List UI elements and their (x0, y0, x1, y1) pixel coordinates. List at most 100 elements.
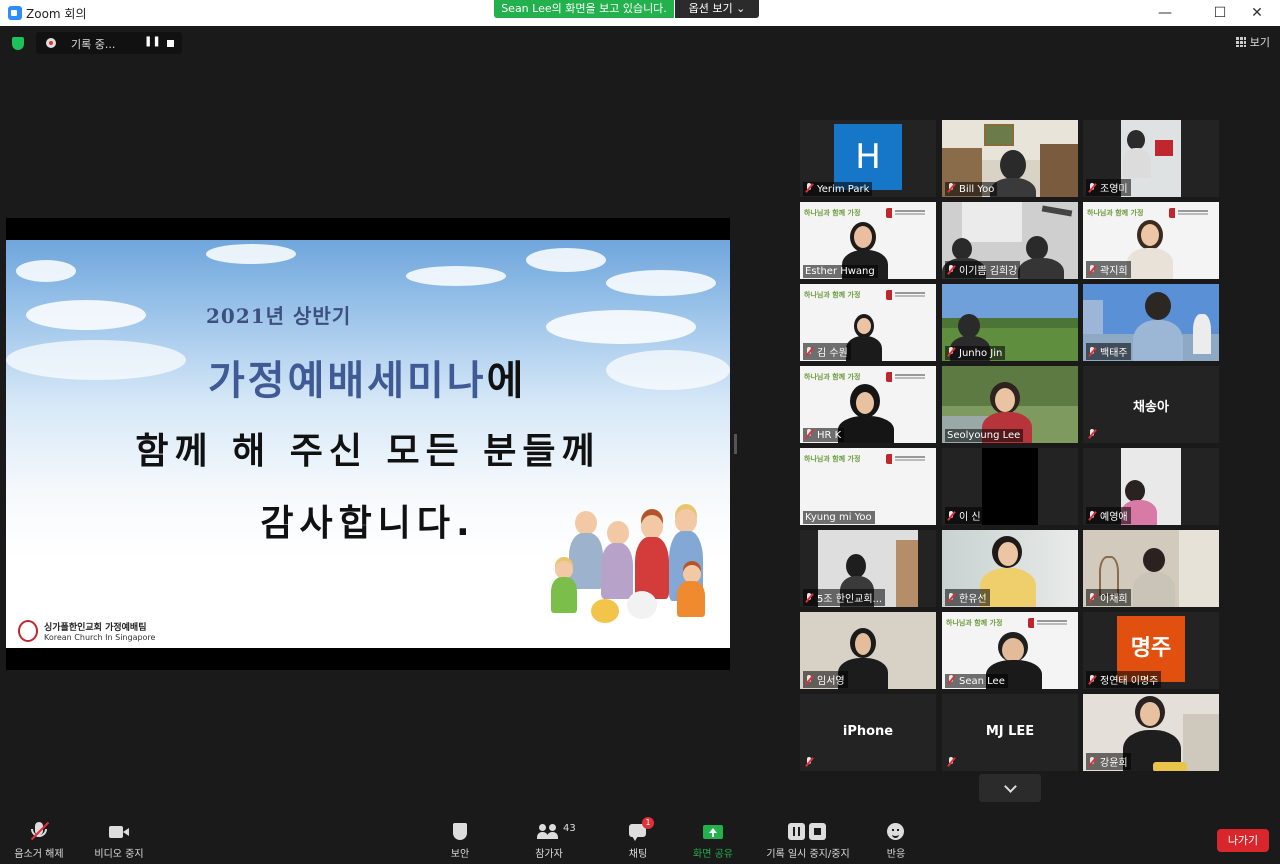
slide-title-suffix: 에 (486, 358, 527, 404)
participant-name: 강윤희 (1100, 758, 1128, 769)
cloud (26, 300, 146, 330)
participant-tile[interactable]: 이 신 (942, 448, 1078, 525)
cloud (6, 340, 186, 380)
shield-icon (448, 821, 472, 843)
participant-name: 김 수원 (817, 348, 848, 359)
pause-stop-icon (788, 821, 828, 843)
view-button[interactable]: 보기 (1235, 34, 1270, 50)
video-camera-icon (107, 821, 131, 843)
stop-video-button[interactable]: 비디오 중지 (88, 812, 150, 864)
cloud (406, 266, 506, 286)
participant-name: Kyung mi Yoo (805, 512, 872, 523)
smiley-icon (884, 821, 908, 843)
participant-tile[interactable]: H Yerim Park (800, 120, 936, 197)
slide-title-main: 가정예배세미나 (208, 358, 487, 404)
unmute-button[interactable]: 음소거 해제 (8, 812, 70, 864)
close-button[interactable]: ✕ (1234, 0, 1280, 26)
participant-name: 정연태 이명주 (1100, 676, 1159, 687)
muted-mic-icon (1088, 265, 1096, 275)
leave-meeting-button[interactable]: 나가기 (1217, 829, 1269, 852)
participant-tile[interactable]: 예영애 (1083, 448, 1219, 525)
encryption-shield-icon[interactable] (12, 37, 24, 50)
participant-tile[interactable]: Bill Yoo (942, 120, 1078, 197)
participant-tile[interactable]: 조영미 (1083, 120, 1219, 197)
participant-tile[interactable]: 이채희 (1083, 530, 1219, 607)
muted-mic-icon (1088, 675, 1096, 685)
muted-mic-icon (1088, 593, 1096, 603)
participant-tile[interactable]: 하나님과 함께 가정 Sean Lee (942, 612, 1078, 689)
participant-tile[interactable]: 5조 한인교회... (800, 530, 936, 607)
participant-name: Seolyoung Lee (947, 430, 1021, 441)
pause-stop-recording-button[interactable]: 기록 일시 중지/중지 (760, 812, 856, 864)
view-options-button[interactable]: 옵션 보기 ⌄ (675, 0, 759, 18)
participant-name: Yerim Park (817, 184, 870, 195)
muted-mic-icon (1088, 429, 1096, 439)
muted-mic-icon (947, 675, 955, 685)
participant-tile[interactable]: Seolyoung Lee (942, 366, 1078, 443)
participant-name: 5조 한인교회... (817, 594, 883, 605)
participant-name: 이채희 (1100, 594, 1128, 605)
panel-splitter-handle[interactable] (734, 434, 737, 454)
share-screen-button[interactable]: 화면 공유 (688, 812, 738, 864)
participant-tile[interactable]: 이기쁨 김희강 (942, 202, 1078, 279)
participant-name: 조영미 (1100, 184, 1128, 195)
participant-name: 이 신 (959, 512, 981, 523)
pause-recording-icon[interactable]: ❚❚ (144, 36, 161, 47)
participant-tile[interactable]: 하나님과 함께 가정 HR K (800, 366, 936, 443)
muted-mic-icon (805, 675, 813, 685)
reactions-label: 반응 (886, 849, 906, 860)
participant-name: 예영애 (1100, 512, 1128, 523)
participant-tile[interactable]: 임서영 (800, 612, 936, 689)
participant-tile[interactable]: iPhone (800, 694, 936, 771)
participant-name: 임서영 (817, 676, 845, 687)
participant-tile[interactable]: MJ LEE (942, 694, 1078, 771)
participant-tile[interactable]: 하나님과 함께 가정 김 수원 (800, 284, 936, 361)
participant-tile[interactable]: Junho Jin (942, 284, 1078, 361)
muted-mic-icon (947, 347, 955, 357)
share-screen-icon (701, 821, 725, 843)
muted-mic-icon (805, 347, 813, 357)
stop-video-label: 비디오 중지 (94, 849, 144, 860)
slide-line2: 함께 해 주신 모든 분들께 (135, 431, 601, 472)
gallery-next-page-button[interactable] (979, 774, 1041, 802)
cloud (606, 350, 730, 390)
muted-mic-icon (1088, 757, 1096, 767)
muted-mic-icon (805, 757, 813, 767)
participant-tile-active-speaker[interactable]: 하나님과 함께 가정 곽지희 (1083, 202, 1219, 279)
participant-name: Sean Lee (959, 676, 1005, 687)
share-screen-label: 화면 공유 (693, 849, 733, 860)
participant-name: 한유선 (959, 594, 987, 605)
security-label: 보안 (450, 849, 470, 860)
participant-tile[interactable]: 한유선 (942, 530, 1078, 607)
minimize-button[interactable]: — (1142, 0, 1188, 26)
slide-title: 가정예배세미나에 (208, 348, 526, 406)
muted-mic-icon (947, 511, 955, 521)
participant-tile[interactable]: 하나님과 함께 가정 Esther Hwang (800, 202, 936, 279)
muted-mic-icon (1088, 347, 1096, 357)
family-illustration (541, 505, 716, 635)
logo-line1: 싱가폴한인교회 가정예배팀 (44, 623, 147, 633)
chat-label: 채팅 (628, 849, 648, 860)
stop-recording-icon[interactable] (167, 40, 174, 47)
participant-tile[interactable]: 채송아 (1083, 366, 1219, 443)
muted-mic-icon (947, 757, 955, 767)
participant-name: 이기쁨 김희강 (959, 266, 1018, 277)
share-banner: Sean Lee의 화면을 보고 있습니다. (494, 0, 674, 18)
participant-tile[interactable]: 백태주 (1083, 284, 1219, 361)
reactions-button[interactable]: 반응 (876, 812, 916, 864)
participant-name: HR K (817, 430, 842, 441)
participant-name: 곽지희 (1100, 266, 1128, 277)
view-options-label: 옵션 보기 (688, 2, 733, 15)
cross-logo-icon (18, 620, 38, 642)
muted-mic-icon (805, 183, 813, 193)
cloud (16, 260, 76, 282)
muted-mic-icon (947, 265, 955, 275)
chat-button[interactable]: 1 채팅 (618, 812, 658, 864)
shared-screen: 2021년 상반기 가정예배세미나에 함께 해 주신 모든 분들께 감사합니다.… (6, 218, 730, 670)
security-button[interactable]: 보안 (440, 812, 480, 864)
record-dot-icon (46, 38, 56, 48)
participant-tile[interactable]: 강윤희 (1083, 694, 1219, 771)
participant-tile[interactable]: 명주 정연태 이명주 (1083, 612, 1219, 689)
participants-button[interactable]: 43 참가자 (526, 812, 576, 864)
participant-tile[interactable]: 하나님과 함께 가정 Kyung mi Yoo (800, 448, 936, 525)
